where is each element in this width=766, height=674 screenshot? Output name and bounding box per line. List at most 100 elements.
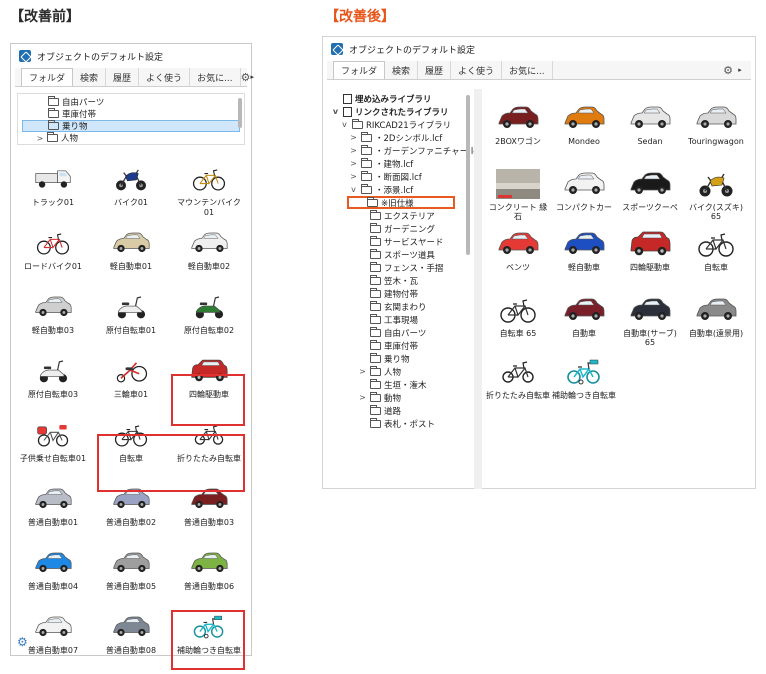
object-item[interactable]: 子供乗せ自転車01 bbox=[17, 416, 89, 482]
tree-item[interactable]: > 動物 bbox=[327, 391, 465, 404]
tab-history[interactable]: 履歴 bbox=[418, 61, 452, 79]
tree-item[interactable]: フェンス・手摺 bbox=[327, 261, 465, 274]
tab-frequent[interactable]: よく使う bbox=[139, 68, 191, 86]
tree-item[interactable]: 工事現場 bbox=[327, 313, 465, 326]
truck-icon bbox=[33, 162, 73, 196]
chevron-right-icon[interactable]: > bbox=[349, 133, 358, 142]
tree-item-selected[interactable]: ※旧仕様 bbox=[347, 196, 455, 209]
object-item[interactable]: 軽自動車02 bbox=[173, 224, 245, 290]
object-item[interactable]: スポーツクーペ bbox=[617, 163, 683, 229]
tab-folder[interactable]: フォルダ bbox=[21, 68, 74, 86]
tree-item[interactable]: 車庫付帯 bbox=[327, 339, 465, 352]
tree-item[interactable]: v ・添景.lcf bbox=[327, 183, 465, 196]
object-item[interactable]: Mondeo bbox=[551, 97, 617, 163]
object-item[interactable]: 普通自動車08 bbox=[95, 608, 167, 674]
tree-item[interactable]: 生垣・潅木 bbox=[327, 378, 465, 391]
object-item[interactable]: Touringwagon bbox=[683, 97, 749, 163]
tree-item[interactable]: 埋め込みライブラリ bbox=[327, 92, 465, 105]
object-item[interactable]: 2BOXワゴン bbox=[485, 97, 551, 163]
object-item[interactable]: 普通自動車04 bbox=[17, 544, 89, 610]
tree-item[interactable]: > ・ガーデンファニチャー.lcf bbox=[327, 144, 481, 157]
object-item[interactable]: トラック01 bbox=[17, 160, 89, 226]
object-item[interactable]: 自転車 bbox=[683, 223, 749, 289]
scrollbar[interactable] bbox=[238, 98, 242, 128]
chevron-right-icon[interactable]: ▸ bbox=[251, 68, 255, 86]
tab-favorites[interactable]: お気に... bbox=[502, 61, 553, 79]
chevron-right-icon[interactable]: > bbox=[349, 146, 358, 155]
object-item[interactable]: 軽自動車03 bbox=[17, 288, 89, 354]
chevron-down-icon[interactable]: v bbox=[340, 120, 349, 129]
object-item[interactable]: 自動車(サーブ) 65 bbox=[617, 289, 683, 355]
tree-item[interactable]: > ・断面図.lcf bbox=[327, 170, 465, 183]
chevron-down-icon[interactable]: v bbox=[349, 185, 358, 194]
tab-search[interactable]: 検索 bbox=[385, 61, 419, 79]
chevron-right-icon[interactable]: > bbox=[349, 159, 358, 168]
object-item[interactable]: 原付自転車01 bbox=[95, 288, 167, 354]
tree-item[interactable]: > 人物 bbox=[22, 132, 240, 144]
pane-divider[interactable] bbox=[474, 89, 482, 489]
object-label: 自動車 bbox=[572, 329, 596, 338]
tree-item[interactable]: 自由パーツ bbox=[327, 326, 465, 339]
object-item[interactable]: 三輪車01 bbox=[95, 352, 167, 418]
gear-icon[interactable]: ⚙ bbox=[241, 68, 251, 86]
tree-item[interactable]: 笠木・瓦 bbox=[327, 274, 465, 287]
object-item[interactable]: 普通自動車01 bbox=[17, 480, 89, 546]
tree-item[interactable]: 表札・ポスト bbox=[327, 417, 465, 430]
object-item[interactable]: Sedan bbox=[617, 97, 683, 163]
object-item[interactable]: 軽自動車 bbox=[551, 223, 617, 289]
object-item[interactable]: 普通自動車07 bbox=[17, 608, 89, 674]
object-item[interactable]: 四輪駆動車 bbox=[617, 223, 683, 289]
chevron-down-icon[interactable]: v bbox=[331, 107, 340, 116]
tree-item[interactable]: ガーデニング bbox=[327, 222, 465, 235]
car-icon bbox=[694, 103, 738, 133]
object-item[interactable]: 軽自動車01 bbox=[95, 224, 167, 290]
kei-car-icon bbox=[189, 226, 229, 260]
object-item[interactable]: コンクリート 縁石 bbox=[485, 163, 551, 229]
tab-favorites[interactable]: お気に... bbox=[190, 68, 241, 86]
chevron-right-icon[interactable]: > bbox=[358, 393, 367, 402]
object-item[interactable]: ロードバイク01 bbox=[17, 224, 89, 290]
object-item[interactable]: 折りたたみ自転車 bbox=[485, 351, 551, 417]
object-item[interactable]: 自動車 bbox=[551, 289, 617, 355]
tree-item[interactable]: スポーツ道具 bbox=[327, 248, 465, 261]
tab-history[interactable]: 履歴 bbox=[106, 68, 140, 86]
tree-item[interactable]: v RIKCAD21ライブラリ bbox=[327, 118, 465, 131]
tree-item[interactable]: > ・建物.lcf bbox=[327, 157, 465, 170]
tree-item[interactable]: サービスヤード bbox=[327, 235, 465, 248]
chevron-right-icon[interactable]: > bbox=[349, 172, 358, 181]
object-item[interactable]: 自転車 65 bbox=[485, 289, 551, 355]
object-item[interactable]: バイク01 bbox=[95, 160, 167, 226]
tab-search[interactable]: 検索 bbox=[73, 68, 107, 86]
object-item[interactable]: コンパクトカー bbox=[551, 163, 617, 229]
object-item[interactable]: バイク(スズキ) 65 bbox=[683, 163, 749, 229]
tree-item[interactable]: > ・2Dシンボル.lcf bbox=[327, 131, 465, 144]
tab-frequent[interactable]: よく使う bbox=[451, 61, 503, 79]
tree-item[interactable]: エクステリア bbox=[327, 209, 465, 222]
object-item[interactable]: 原付自転車03 bbox=[17, 352, 89, 418]
gear-icon[interactable]: ⚙ bbox=[721, 61, 735, 79]
tab-folder[interactable]: フォルダ bbox=[333, 61, 386, 79]
settings-icon[interactable]: ⚙ bbox=[17, 635, 28, 649]
chevron-right-icon[interactable]: > bbox=[36, 134, 44, 143]
tree-item[interactable]: 建物付帯 bbox=[327, 287, 465, 300]
object-item[interactable]: 普通自動車06 bbox=[173, 544, 245, 610]
object-item[interactable]: 自動車(遠景用) bbox=[683, 289, 749, 355]
tree-item[interactable]: 車庫付帯 bbox=[22, 108, 240, 120]
tree-item[interactable]: 玄関まわり bbox=[327, 300, 465, 313]
object-item[interactable]: ベンツ bbox=[485, 223, 551, 289]
tree-item-selected[interactable]: 乗り物 bbox=[22, 120, 240, 132]
chevron-right-icon[interactable]: ▸ bbox=[735, 61, 745, 79]
tree-item-label: 笠木・瓦 bbox=[384, 276, 419, 287]
object-item[interactable]: 原付自転車02 bbox=[173, 288, 245, 354]
object-item[interactable]: 普通自動車05 bbox=[95, 544, 167, 610]
tree-item[interactable]: 道路 bbox=[327, 404, 465, 417]
object-item[interactable]: 補助輪つき自転車 bbox=[551, 351, 617, 417]
tree-item[interactable]: 自由パーツ bbox=[22, 96, 240, 108]
tree-item[interactable]: > 人物 bbox=[327, 365, 465, 378]
object-label: 普通自動車01 bbox=[27, 518, 79, 527]
object-item[interactable]: マウンテンバイク01 bbox=[173, 160, 245, 226]
chevron-right-icon[interactable]: > bbox=[358, 367, 367, 376]
scrollbar[interactable] bbox=[466, 95, 470, 255]
tree-item[interactable]: v リンクされたライブラリ bbox=[327, 105, 465, 118]
tree-item[interactable]: 乗り物 bbox=[327, 352, 465, 365]
